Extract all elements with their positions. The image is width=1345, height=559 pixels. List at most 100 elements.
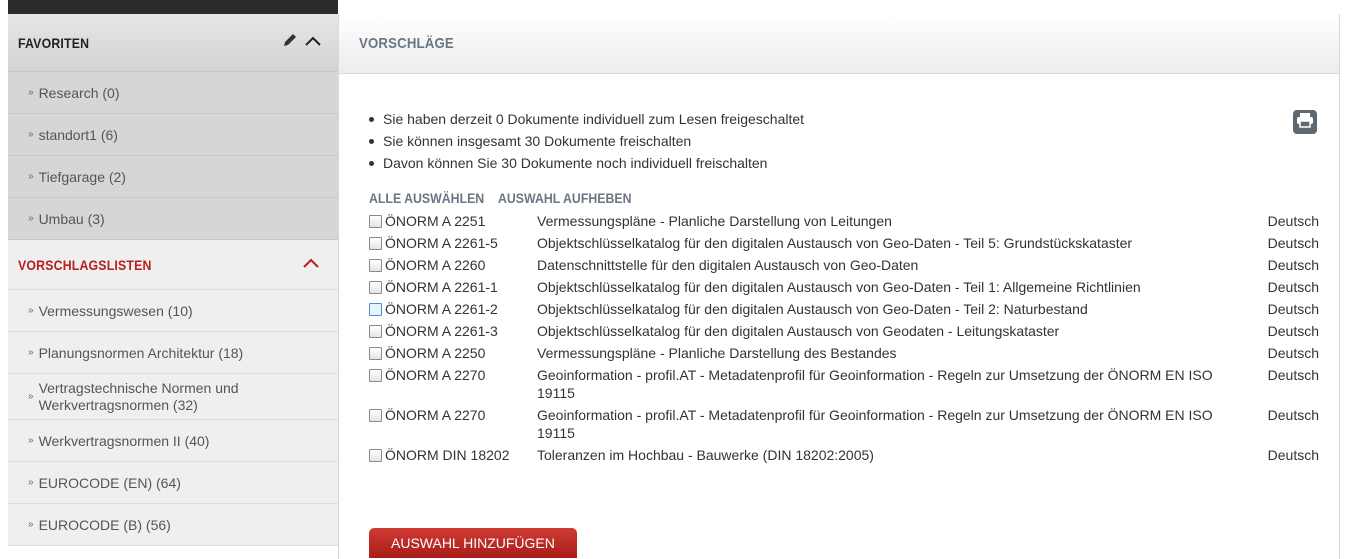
doc-title: Vermessungspläne - Planliche Darstellung…: [537, 213, 892, 229]
doc-code: ÖNORM A 2251: [385, 213, 486, 229]
doc-language: Deutsch: [1267, 235, 1319, 251]
favoriten-item-label: standort1 (6): [38, 126, 118, 143]
table-row: ÖNORM DIN 18202 Toleranzen im Hochbau - …: [369, 444, 1319, 466]
doc-code: ÖNORM A 2261-5: [385, 235, 498, 251]
doc-title: Geoinformation - profil.AT - Metadatenpr…: [537, 407, 1213, 441]
doc-code: ÖNORM DIN 18202: [385, 447, 510, 463]
vorschlagsliste-item-werkvertragsnormen[interactable]: » Werkvertragsnormen II (40): [8, 420, 338, 462]
deselect-link[interactable]: AUSWAHL AUFHEBEN: [498, 190, 631, 206]
doc-code: ÖNORM A 2261-1: [385, 279, 498, 295]
favoriten-item-research[interactable]: » Research (0): [8, 72, 338, 114]
doc-title: Vermessungspläne - Planliche Darstellung…: [537, 345, 897, 361]
doc-title: Objektschlüsselkatalog für den digitalen…: [537, 279, 1141, 295]
row-checkbox[interactable]: [369, 237, 382, 250]
vorschlagsliste-item-label: Werkvertragsnormen II (40): [38, 432, 210, 449]
row-checkbox[interactable]: [369, 325, 382, 338]
doc-language: Deutsch: [1267, 367, 1319, 383]
doc-title: Objektschlüsselkatalog für den digitalen…: [537, 235, 1133, 251]
document-table: ÖNORM A 2251 Vermessungspläne - Planlich…: [369, 210, 1319, 466]
bullet-icon: »: [28, 347, 34, 358]
doc-language: Deutsch: [1267, 323, 1319, 339]
favoriten-item-label: Tiefgarage (2): [38, 168, 126, 185]
row-checkbox[interactable]: [369, 409, 382, 422]
bullet-icon: »: [28, 305, 34, 316]
favoriten-item-tiefgarage[interactable]: » Tiefgarage (2): [8, 156, 338, 198]
vorschlagslisten-title: VORSCHLAGSLISTEN: [18, 256, 152, 273]
bullet-icon: »: [28, 87, 34, 98]
row-checkbox[interactable]: [369, 303, 382, 316]
vorschlagsliste-item-label: EUROCODE (B) (56): [38, 516, 171, 533]
doc-title: Objektschlüsselkatalog für den digitalen…: [537, 301, 1088, 317]
doc-code: ÖNORM A 2261-3: [385, 323, 498, 339]
doc-title: Toleranzen im Hochbau - Bauwerke (DIN 18…: [537, 447, 874, 463]
vorschlagsliste-item-label: Vertragstechnische Normen und Werkvertra…: [38, 379, 239, 413]
chevron-up-icon[interactable]: [302, 256, 320, 274]
select-all-link[interactable]: ALLE AUSWÄHLEN: [369, 190, 484, 206]
doc-title: Datenschnittstelle für den digitalen Aus…: [537, 257, 919, 273]
row-checkbox[interactable]: [369, 449, 382, 462]
table-row: ÖNORM A 2270 Geoinformation - profil.AT …: [369, 404, 1319, 444]
table-row: ÖNORM A 2250 Vermessungspläne - Planlich…: [369, 342, 1319, 364]
bullet-icon: »: [28, 435, 34, 446]
doc-language: Deutsch: [1267, 301, 1319, 317]
table-row: ÖNORM A 2251 Vermessungspläne - Planlich…: [369, 210, 1319, 232]
table-row: ÖNORM A 2270 Geoinformation - profil.AT …: [369, 364, 1319, 404]
table-row: ÖNORM A 2261-1 Objektschlüsselkatalog fü…: [369, 276, 1319, 298]
doc-code: ÖNORM A 2270: [385, 367, 486, 383]
row-checkbox[interactable]: [369, 369, 382, 382]
bullet-icon: »: [28, 519, 34, 530]
row-checkbox[interactable]: [369, 347, 382, 360]
bullet-icon: »: [28, 129, 34, 140]
row-checkbox[interactable]: [369, 215, 382, 228]
info-list: Sie haben derzeit 0 Dokumente individuel…: [369, 108, 804, 174]
table-row: ÖNORM A 2260 Datenschnittstelle für den …: [369, 254, 1319, 276]
table-row: ÖNORM A 2261-5 Objektschlüsselkatalog fü…: [369, 232, 1319, 254]
bullet-icon: »: [28, 213, 34, 224]
bullet-icon: »: [28, 477, 34, 488]
vorschlagsliste-item-eurocode-b[interactable]: » EUROCODE (B) (56): [8, 504, 338, 546]
doc-code: ÖNORM A 2250: [385, 345, 486, 361]
favoriten-title: FAVORITEN: [18, 34, 90, 51]
vorschlagsliste-item-vermessungswesen[interactable]: » Vermessungswesen (10): [8, 290, 338, 332]
doc-code: ÖNORM A 2261-2: [385, 301, 498, 317]
doc-language: Deutsch: [1267, 345, 1319, 361]
chevron-up-icon[interactable]: [304, 34, 322, 52]
selection-links: ALLE AUSWÄHLEN AUSWAHL AUFHEBEN: [369, 190, 650, 206]
favoriten-item-umbau[interactable]: » Umbau (3): [8, 198, 338, 240]
table-row: ÖNORM A 2261-3 Objektschlüsselkatalog fü…: [369, 320, 1319, 342]
add-selection-button[interactable]: AUSWAHL HINZUFÜGEN: [369, 528, 577, 558]
favoriten-tools: [282, 32, 322, 53]
vorschlagsliste-item-vertragstechnische[interactable]: » Vertragstechnische Normen und Werkvert…: [8, 374, 338, 420]
info-item: Davon können Sie 30 Dokumente noch indiv…: [369, 152, 804, 174]
favoriten-item-label: Umbau (3): [38, 210, 105, 227]
vorschlagsliste-item-eurocode-en[interactable]: » EUROCODE (EN) (64): [8, 462, 338, 504]
vorschlagslisten-panel: VORSCHLAGSLISTEN » Vermessungswesen (10)…: [8, 240, 338, 546]
main-panel: VORSCHLÄGE Sie haben derzeit 0 Dokumente…: [338, 14, 1340, 559]
row-checkbox[interactable]: [369, 281, 382, 294]
info-item: Sie können insgesamt 30 Dokumente freisc…: [369, 130, 804, 152]
sidebar: FAVORITEN » Research (0) » standort1 (6)…: [8, 0, 338, 559]
favoriten-panel: FAVORITEN » Research (0) » standort1 (6)…: [8, 14, 338, 240]
doc-language: Deutsch: [1267, 447, 1319, 463]
doc-title: Objektschlüsselkatalog für den digitalen…: [537, 323, 1060, 339]
row-checkbox[interactable]: [369, 259, 382, 272]
doc-code: ÖNORM A 2260: [385, 257, 486, 273]
doc-code: ÖNORM A 2270: [385, 407, 486, 423]
table-row: ÖNORM A 2261-2 Objektschlüsselkatalog fü…: [369, 298, 1319, 320]
sidebar-top-bar: [8, 0, 338, 14]
vorschlagsliste-item-label: Vermessungswesen (10): [38, 302, 193, 319]
pencil-icon[interactable]: [282, 32, 298, 53]
bullet-icon: »: [28, 391, 34, 402]
favoriten-header[interactable]: FAVORITEN: [8, 14, 338, 72]
favoriten-item-label: Research (0): [38, 84, 120, 101]
vorschlagsliste-item-label: EUROCODE (EN) (64): [38, 474, 181, 491]
page-title: VORSCHLÄGE: [359, 35, 454, 52]
print-button[interactable]: [1293, 110, 1317, 134]
doc-language: Deutsch: [1267, 279, 1319, 295]
info-item: Sie haben derzeit 0 Dokumente individuel…: [369, 108, 804, 130]
vorschlagsliste-item-label: Planungsnormen Architektur (18): [38, 344, 244, 361]
doc-language: Deutsch: [1267, 213, 1319, 229]
vorschlagsliste-item-planungsnormen[interactable]: » Planungsnormen Architektur (18): [8, 332, 338, 374]
vorschlagslisten-header[interactable]: VORSCHLAGSLISTEN: [8, 240, 338, 290]
favoriten-item-standort1[interactable]: » standort1 (6): [8, 114, 338, 156]
